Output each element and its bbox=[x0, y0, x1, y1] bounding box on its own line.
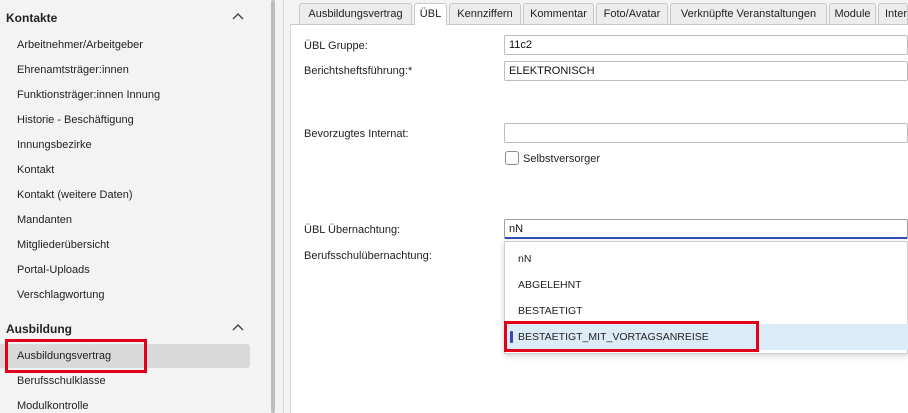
sidebar-item-historie[interactable]: Historie - Beschäftigung bbox=[0, 108, 250, 132]
berichtsheftsfuehrung-field[interactable]: ELEKTRONISCH bbox=[504, 61, 908, 81]
sidebar-item-label: Mitgliederübersicht bbox=[17, 239, 110, 251]
chevron-up-icon[interactable] bbox=[232, 322, 244, 332]
sidebar-item-funktionstraeger[interactable]: Funktionsträger:innen Innung bbox=[0, 83, 250, 107]
option-label: ABGELEHNT bbox=[518, 279, 582, 291]
sidebar-item-innungsbezirke[interactable]: Innungsbezirke bbox=[0, 133, 250, 157]
sidebar: Kontakte Arbeitnehmer/Arbeitgeber Ehrena… bbox=[0, 0, 272, 413]
option-label: BESTAETIGT_MIT_VORTAGSANREISE bbox=[518, 331, 709, 343]
ubl-gruppe-field[interactable]: 11c2 bbox=[504, 35, 908, 55]
label-berufsschuluebernachtung: Berufsschulübernachtung: bbox=[304, 250, 432, 262]
field-value: ELEKTRONISCH bbox=[509, 65, 595, 77]
option-label: nN bbox=[518, 253, 532, 265]
field-value: nN bbox=[509, 223, 524, 235]
dropdown-option-nn[interactable]: nN bbox=[505, 246, 908, 272]
tab-label: Foto/Avatar bbox=[603, 8, 661, 20]
sidebar-item-kontakt-weitere[interactable]: Kontakt (weitere Daten) bbox=[0, 183, 250, 207]
sidebar-item-arbeitnehmer[interactable]: Arbeitnehmer/Arbeitgeber bbox=[0, 33, 250, 57]
sidebar-item-label: Arbeitnehmer/Arbeitgeber bbox=[17, 39, 143, 51]
section-header-ausbildung[interactable]: Ausbildung bbox=[0, 316, 262, 342]
sidebar-item-verschlagwortung[interactable]: Verschlagwortung bbox=[0, 283, 250, 307]
section-header-kontakte[interactable]: Kontakte bbox=[0, 5, 262, 31]
tab-module[interactable]: Module bbox=[829, 3, 876, 24]
label-bevorzugtes-internat: Bevorzugtes Internat: bbox=[304, 128, 409, 140]
sidebar-item-label: Mandanten bbox=[17, 214, 73, 226]
sidebar-item-berufsschulklasse[interactable]: Berufsschulklasse bbox=[0, 369, 250, 393]
sidebar-item-mandanten[interactable]: Mandanten bbox=[0, 208, 250, 232]
uebl-uebernachtung-select[interactable]: nN bbox=[504, 219, 908, 239]
selection-marker bbox=[510, 331, 513, 343]
field-value: 11c2 bbox=[509, 39, 533, 51]
tab-uebl[interactable]: ÜBL bbox=[414, 3, 447, 25]
tab-verknuepfte-veranstaltungen[interactable]: Verknüpfte Veranstaltungen bbox=[670, 3, 827, 24]
chevron-up-icon[interactable] bbox=[232, 11, 244, 21]
bevorzugtes-internat-field[interactable] bbox=[504, 123, 908, 143]
sidebar-item-portal-uploads[interactable]: Portal-Uploads bbox=[0, 258, 250, 282]
section-title: Ausbildung bbox=[6, 322, 72, 336]
tab-label: Verknüpfte Veranstaltungen bbox=[680, 8, 817, 20]
uebernachtung-dropdown-list: nN ABGELEHNT BESTAETIGT BESTAETIGT_MIT_V… bbox=[504, 241, 908, 354]
tab-label: Ausbildungsvertrag bbox=[308, 8, 403, 20]
sidebar-item-label: Funktionsträger:innen Innung bbox=[17, 89, 161, 101]
selection-marker bbox=[5, 350, 8, 362]
tab-label: Kommentar bbox=[530, 8, 587, 20]
label-selbstversorger: Selbstversorger bbox=[523, 153, 601, 165]
tab-kennziffern[interactable]: Kennziffern bbox=[449, 3, 521, 24]
sidebar-item-label: Portal-Uploads bbox=[17, 264, 90, 276]
sidebar-item-ehrenamtstraeger[interactable]: Ehrenamtsträger:innen bbox=[0, 58, 250, 82]
sidebar-item-label: Innungsbezirke bbox=[17, 139, 92, 151]
sidebar-item-modulkontrolle[interactable]: Modulkontrolle bbox=[0, 394, 250, 413]
dropdown-option-abgelehnt[interactable]: ABGELEHNT bbox=[505, 272, 908, 298]
tab-bar: Ausbildungsvertrag ÜBL Kennziffern Komme… bbox=[299, 3, 908, 25]
sidebar-item-label: Modulkontrolle bbox=[17, 400, 89, 412]
section-title: Kontakte bbox=[6, 11, 58, 25]
tab-label: Kennziffern bbox=[457, 8, 513, 20]
sidebar-item-label: Ehrenamtsträger:innen bbox=[17, 64, 129, 76]
tab-foto-avatar[interactable]: Foto/Avatar bbox=[596, 3, 668, 24]
tab-ausbildungsvertrag[interactable]: Ausbildungsvertrag bbox=[299, 3, 412, 24]
sidebar-scrollbar[interactable] bbox=[271, 0, 275, 413]
sidebar-item-ausbildungsvertrag[interactable]: Ausbildungsvertrag bbox=[0, 344, 250, 368]
sidebar-item-label: Kontakt (weitere Daten) bbox=[17, 189, 133, 201]
label-berichtsheftsfuehrung: Berichtsheftsführung:* bbox=[304, 65, 413, 77]
panel-divider bbox=[283, 0, 284, 413]
label-ubl-gruppe: ÜBL Gruppe: bbox=[304, 40, 368, 52]
dropdown-option-bestaetigt[interactable]: BESTAETIGT bbox=[505, 298, 908, 324]
tab-kommentar[interactable]: Kommentar bbox=[523, 3, 594, 24]
sidebar-item-label: Verschlagwortung bbox=[17, 289, 105, 301]
tab-label: Module bbox=[834, 8, 871, 20]
sidebar-item-label: Berufsschulklasse bbox=[17, 375, 106, 387]
sidebar-item-label: Kontakt bbox=[17, 164, 55, 176]
sidebar-item-label: Historie - Beschäftigung bbox=[17, 114, 134, 126]
tab-label: ÜBL bbox=[419, 8, 442, 20]
dropdown-option-bestaetigt-mit-vortagsanreise[interactable]: BESTAETIGT_MIT_VORTAGSANREISE bbox=[505, 324, 908, 350]
sidebar-item-mitgliederuebersicht[interactable]: Mitgliederübersicht bbox=[0, 233, 250, 257]
sidebar-item-label: Ausbildungsvertrag bbox=[17, 350, 112, 362]
option-label: BESTAETIGT bbox=[518, 305, 583, 317]
tab-inter[interactable]: Inter bbox=[878, 3, 908, 24]
selbstversorger-checkbox[interactable] bbox=[505, 151, 519, 165]
label-uebl-uebernachtung: ÜBL Übernachtung: bbox=[304, 224, 401, 236]
sidebar-item-kontakt[interactable]: Kontakt bbox=[0, 158, 250, 182]
tab-label: Inter bbox=[885, 8, 908, 20]
